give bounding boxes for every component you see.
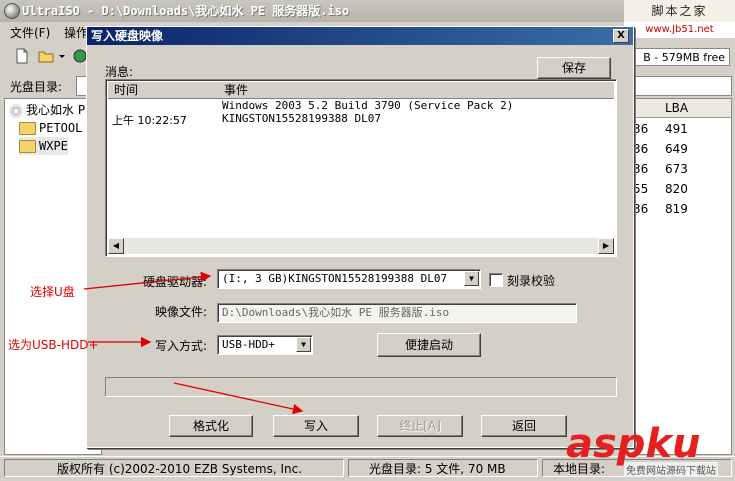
annotation-arrows — [83, 271, 304, 415]
status-copyright: 版权所有 (c)2002-2010 EZB Systems, Inc. — [4, 459, 344, 477]
arrow-to-drive — [83, 271, 212, 290]
watermark-aspku: aspku — [566, 421, 701, 467]
arrow-to-write-button — [173, 382, 304, 415]
status-cd-info: 光盘目录: 5 文件, 70 MB — [348, 459, 538, 477]
watermark-aspku-sub: 免费网站源码下载站 — [624, 462, 718, 477]
